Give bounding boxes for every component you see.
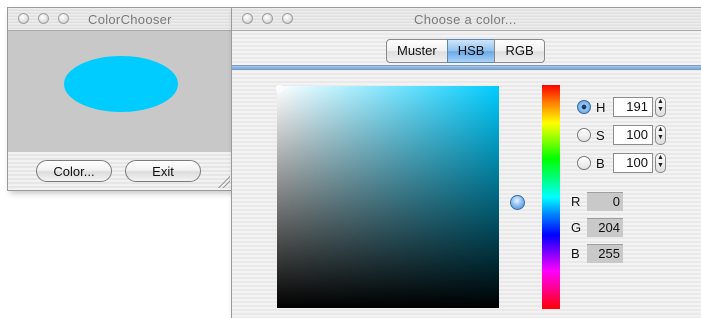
colorchooser-titlebar[interactable]: ColorChooser [8,8,232,31]
r-label: R [571,194,581,209]
b-value: 255 [587,244,623,263]
r-value: 0 [587,192,623,211]
minimize-window-icon[interactable] [262,13,273,24]
h-field[interactable]: 191 [613,97,653,117]
g-label: G [571,220,582,235]
tab-rgb[interactable]: RGB [494,39,545,63]
h-radio[interactable] [577,100,591,114]
color-preview-panel [8,31,232,152]
chooser-tabs: Muster HSB RGB [386,39,545,63]
g-value: 204 [587,218,623,237]
window-title: ColorChooser [88,12,172,27]
exit-button[interactable]: Exit [125,160,201,182]
saturation-brightness-area[interactable] [277,86,499,308]
tab-muster[interactable]: Muster [386,39,448,63]
color-preview-ellipse [64,56,178,112]
tab-divider [232,65,701,70]
color-button[interactable]: Color... [36,160,112,182]
color-picker-cursor[interactable] [276,85,283,92]
b-radio[interactable] [577,156,591,170]
b-rgb-label: B [571,246,580,261]
h-label: H [596,100,606,115]
b-stepper[interactable]: ▲ ▼ [655,153,666,173]
window-title: Choose a color... [414,12,517,27]
close-window-icon[interactable] [242,13,253,24]
b-field[interactable]: 100 [613,153,653,173]
s-stepper[interactable]: ▲ ▼ [655,125,666,145]
choose-color-window: Choose a color... Muster HSB RGB H 191 ▲… [232,8,701,318]
button-bar: Color... Exit [8,152,232,190]
choose-color-titlebar[interactable]: Choose a color... [232,8,701,31]
zoom-window-icon[interactable] [282,13,293,24]
hue-slider-bar[interactable] [542,85,560,309]
minimize-window-icon[interactable] [38,13,49,24]
close-window-icon[interactable] [18,13,29,24]
h-stepper[interactable]: ▲ ▼ [655,97,666,117]
zoom-window-icon[interactable] [58,13,69,24]
s-label: S [596,128,605,143]
resize-grip-icon[interactable] [218,176,230,188]
s-radio[interactable] [577,128,591,142]
b-label: B [596,156,605,171]
tab-hsb[interactable]: HSB [446,39,496,63]
s-field[interactable]: 100 [613,125,653,145]
hue-slider-knob[interactable] [510,195,525,210]
chooser-body: Muster HSB RGB H 191 ▲ ▼ S 100 ▲ ▼ B 100 ▲… [232,31,701,318]
colorchooser-window: ColorChooser Color... Exit [8,8,232,190]
